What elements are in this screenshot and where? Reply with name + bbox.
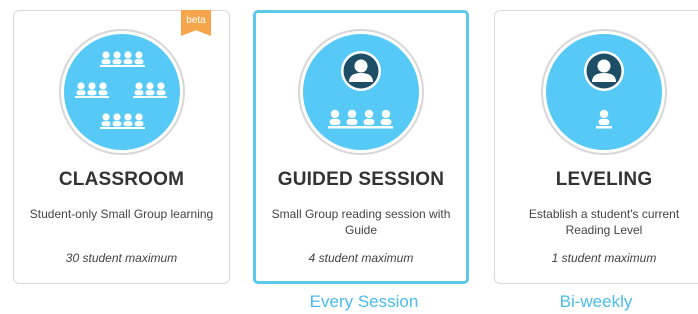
frequency-label-leveling: Bi-weekly (559, 292, 633, 311)
guide-with-group-icon (298, 29, 424, 155)
card-title: CLASSROOM (58, 169, 185, 190)
card-title: GUIDED SESSION (277, 169, 445, 190)
card-student-maximum: 4 student maximum (308, 251, 414, 265)
session-type-card-leveling[interactable]: LEVELING Establish a student's current R… (494, 10, 698, 284)
session-type-card-guided-session[interactable]: GUIDED SESSION Small Group reading sessi… (253, 10, 469, 284)
beta-badge: beta (181, 10, 211, 36)
guide-with-student-icon (541, 29, 667, 155)
card-student-maximum: 1 student maximum (551, 251, 657, 265)
session-type-card-classroom[interactable]: beta CLASSROOM Student-only Small Group … (13, 10, 230, 284)
card-description: Small Group reading session with Guide (271, 207, 451, 237)
card-title: LEVELING (555, 169, 653, 190)
frequency-label-guided: Every Session (309, 292, 419, 311)
card-description: Student-only Small Group learning (29, 207, 214, 221)
card-description: Establish a student's current Reading Le… (528, 207, 680, 237)
classroom-groups-icon (58, 29, 185, 155)
card-student-maximum: 30 student maximum (65, 251, 178, 265)
